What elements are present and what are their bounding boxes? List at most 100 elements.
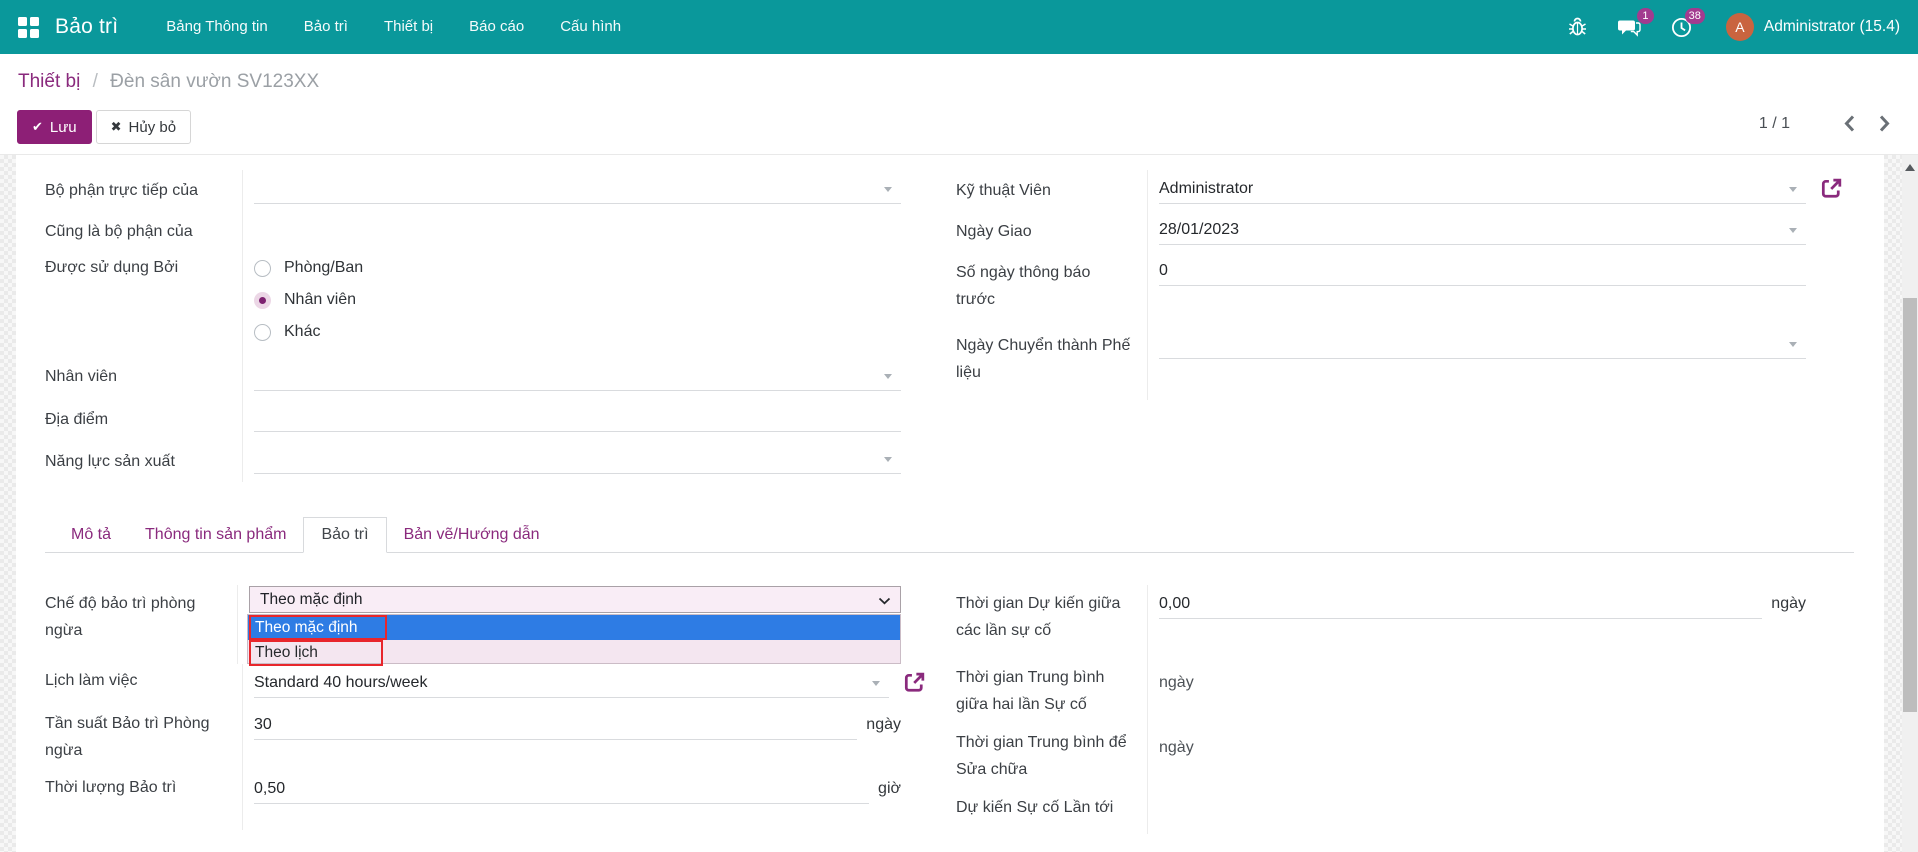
chevron-left-icon (1844, 114, 1856, 133)
scroll-up-icon[interactable] (1905, 164, 1915, 171)
select-dropdown: Theo mặc định Theo lịch (247, 614, 901, 664)
pager: 1 / 1 (1759, 114, 1890, 133)
save-button[interactable]: ✔ Lưu (17, 110, 92, 144)
caret-down-icon (884, 374, 892, 379)
technician-field[interactable]: Administrator (1159, 174, 1806, 204)
assigned-date-field[interactable]: 28/01/2023 (1159, 215, 1806, 245)
menu-maintenance[interactable]: Bảo trì (286, 0, 366, 54)
radio-circle-icon (254, 324, 271, 341)
user-avatar[interactable]: A (1726, 13, 1754, 41)
breadcrumb-current: Đèn sân vườn SV123XX (110, 71, 319, 92)
pager-value: 1 / 1 (1759, 115, 1790, 133)
menu-configuration[interactable]: Cấu hình (542, 0, 639, 54)
also-part-of-field[interactable] (254, 215, 901, 245)
option-default-mode[interactable]: Theo mặc định (248, 615, 900, 640)
field-label: Nhân viên (45, 348, 242, 398)
field-label: Ngày Giao (956, 211, 1147, 252)
breadcrumb-separator: / (93, 71, 98, 92)
group-maintenance-left: Chế độ bảo trì phòng ngừa Theo mặc định … (45, 585, 901, 830)
close-icon: ✖ (111, 119, 122, 135)
location-field[interactable] (254, 402, 901, 432)
field-label: Cũng là bộ phận của (45, 211, 242, 252)
employee-field[interactable] (254, 361, 901, 391)
notice-days-field[interactable]: 0 (1159, 256, 1806, 286)
option-scheduled-mode[interactable]: Theo lịch (248, 640, 900, 665)
field-value: 0,00 (1159, 595, 1190, 613)
tab-drawings[interactable]: Bản vẽ/Hướng dẫn (387, 518, 557, 552)
unit-suffix: giờ (878, 774, 901, 804)
radio-employee[interactable]: Nhân viên (254, 284, 901, 316)
field-label: Thời lượng Bảo trì (45, 770, 242, 830)
breadcrumb-equipment-link[interactable]: Thiết bị (18, 71, 80, 92)
caret-down-icon (884, 457, 892, 462)
menu-equipment[interactable]: Thiết bị (366, 0, 451, 54)
user-menu[interactable]: Administrator (15.4) (1764, 18, 1900, 36)
frequency-field[interactable]: 30 (254, 710, 857, 740)
mttr-readonly-value: ngày (1159, 733, 1194, 763)
discard-button[interactable]: ✖ Hủy bỏ (96, 110, 191, 144)
pager-next-button[interactable] (1878, 114, 1890, 133)
tab-maintenance[interactable]: Bảo trì (303, 517, 386, 553)
field-label: Số ngày thông báo trước (956, 252, 1147, 325)
apps-grid-icon[interactable] (18, 17, 39, 38)
caret-down-icon (872, 681, 880, 686)
grid-square (30, 17, 39, 26)
activities-button[interactable]: 38 (1671, 17, 1692, 38)
select-value: Theo mặc định (260, 591, 363, 609)
activities-badge: 38 (1685, 8, 1705, 24)
field-label: Bộ phận trực tiếp của (45, 170, 242, 211)
discard-label: Hủy bỏ (129, 119, 177, 136)
group-top-right: Kỹ thuật Viên Administrator (956, 170, 1806, 400)
messages-badge: 1 (1637, 8, 1654, 24)
breadcrumb: Thiết bị / Đèn sân vườn SV123XX (18, 71, 319, 93)
field-label: Thời gian Trung bình giữa hai lần Sự cố (956, 664, 1147, 729)
parent-equipment-field[interactable] (254, 174, 901, 204)
field-label: Thời gian Dự kiến giữa các lần sự cố (956, 585, 1147, 664)
unit-suffix: ngày (1771, 589, 1806, 619)
caret-down-icon (884, 187, 892, 192)
field-value: 30 (254, 716, 272, 734)
form-sheet: Bộ phận trực tiếp của Cũng là bộ phận củ… (16, 155, 1884, 852)
capacity-field[interactable] (254, 444, 901, 474)
messages-button[interactable]: 1 (1617, 17, 1641, 38)
navbar-right: 1 38 A Administrator (15.4) (1538, 13, 1900, 41)
work-calendar-field[interactable]: Standard 40 hours/week (254, 668, 889, 698)
expected-mtbf-field[interactable]: 0,00 (1159, 589, 1762, 619)
pager-previous-button[interactable] (1844, 114, 1856, 133)
radio-selected-icon (254, 292, 271, 309)
tab-product-info[interactable]: Thông tin sản phẩm (128, 518, 303, 552)
vertical-scrollbar[interactable] (1902, 155, 1918, 852)
scrap-date-field[interactable] (1159, 329, 1806, 359)
radio-circle-icon (254, 260, 271, 277)
form-actions: ✔ Lưu ✖ Hủy bỏ (17, 110, 191, 144)
caret-down-icon (1789, 228, 1797, 233)
field-label: Chế độ bảo trì phòng ngừa (45, 585, 237, 664)
group-maintenance-right: Thời gian Dự kiến giữa các lần sự cố 0,0… (956, 585, 1806, 834)
menu-dashboard[interactable]: Bảng Thông tin (148, 0, 285, 54)
content-area: Bộ phận trực tiếp của Cũng là bộ phận củ… (0, 155, 1918, 852)
radio-other[interactable]: Khác (254, 316, 901, 348)
grid-square (18, 17, 27, 26)
external-link-icon[interactable] (1820, 177, 1843, 200)
tab-description[interactable]: Mô tả (54, 518, 128, 552)
scrollbar-thumb[interactable] (1903, 298, 1917, 712)
field-value: Standard 40 hours/week (254, 674, 427, 692)
menu-reporting[interactable]: Báo cáo (451, 0, 542, 54)
external-link-icon[interactable] (903, 671, 926, 694)
group-top-left: Bộ phận trực tiếp của Cũng là bộ phận củ… (45, 170, 901, 482)
radio-department[interactable]: Phòng/Ban (254, 252, 901, 284)
field-label: Được sử dụng Bởi (45, 252, 242, 348)
select-chevron-icon (878, 597, 891, 605)
maintenance-mode-select[interactable]: Theo mặc định (249, 586, 901, 613)
debug-bug-icon[interactable] (1568, 17, 1587, 37)
field-value: 28/01/2023 (1159, 221, 1239, 239)
duration-field[interactable]: 0,50 (254, 774, 869, 804)
field-label: Lịch làm việc (45, 664, 242, 706)
field-label: Năng lực sản xuất (45, 440, 242, 482)
notebook-tabs: Mô tả Thông tin sản phẩm Bảo trì Bản vẽ/… (45, 516, 1854, 553)
field-value: Administrator (1159, 180, 1253, 198)
top-navbar: Bảo trì Bảng Thông tin Bảo trì Thiết bị … (0, 0, 1918, 54)
radio-label: Khác (284, 323, 320, 341)
caret-down-icon (1789, 187, 1797, 192)
chevron-right-icon (1878, 114, 1890, 133)
